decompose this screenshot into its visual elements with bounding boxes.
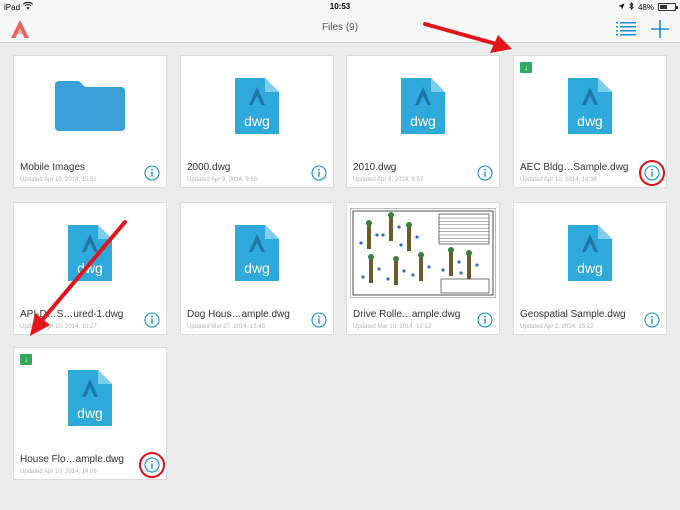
dwg-file-icon: dwg xyxy=(14,203,166,303)
file-name: Dog Hous…ample.dwg xyxy=(187,309,290,320)
dwg-file-icon: dwg xyxy=(514,203,666,303)
file-name: API-D…S…ured-1.dwg xyxy=(20,309,124,320)
file-updated: Updated Mar 10, 2014, 12:12 xyxy=(353,324,432,330)
page-title: Files (9) xyxy=(321,22,359,33)
info-icon[interactable] xyxy=(144,165,160,181)
file-updated: Updated Apr 9, 2014, 9:57 xyxy=(353,177,424,183)
file-tile[interactable]: dwg 2000.dwg Updated Apr 9, 2014, 9:56 xyxy=(180,55,334,188)
download-badge-icon: ↓ xyxy=(520,62,532,73)
dwg-file-icon: dwg xyxy=(14,348,166,448)
dwg-label: dwg xyxy=(577,260,603,276)
file-updated: Updated Apr 10, 2014, 14:06 xyxy=(20,469,97,475)
info-icon[interactable] xyxy=(477,312,493,328)
add-icon[interactable] xyxy=(650,19,670,39)
dwg-label: dwg xyxy=(410,113,436,129)
file-updated: Updated Apr 9, 2014, 9:56 xyxy=(187,177,258,183)
file-name: House Flo…ample.dwg xyxy=(20,454,124,465)
dwg-label: dwg xyxy=(77,260,103,276)
file-tile[interactable]: Drive Rolle…ample.dwg Updated Mar 10, 201… xyxy=(346,202,500,335)
info-icon[interactable] xyxy=(644,312,660,328)
clock: 10:53 xyxy=(329,2,351,11)
dwg-file-icon: dwg xyxy=(347,56,499,156)
file-tile[interactable]: dwg Geospatial Sample.dwg Updated Apr 2, 2… xyxy=(513,202,667,335)
file-tile[interactable]: dwg Dog Hous…ample.dwg Updated Mar 27, 201… xyxy=(180,202,334,335)
file-tile[interactable]: dwg ↓ AEC Bldg…Sample.dwg Updated Apr 10, 2… xyxy=(513,55,667,188)
nav-bar: Files (9) xyxy=(0,14,680,43)
info-icon[interactable] xyxy=(311,312,327,328)
file-name: 2010.dwg xyxy=(353,162,397,173)
file-tile[interactable]: dwg API-D…S…ured-1.dwg Updated Apr 10, 201… xyxy=(13,202,167,335)
status-bar: iPad 10:53 48% xyxy=(0,0,680,14)
folder-icon xyxy=(14,56,166,156)
dwg-file-icon: dwg xyxy=(181,56,333,156)
file-tile[interactable]: dwg 2010.dwg Updated Apr 9, 2014, 9:57 xyxy=(346,55,500,188)
annotation-circle xyxy=(139,452,165,478)
download-badge-icon: ↓ xyxy=(20,354,32,365)
dwg-label: dwg xyxy=(77,405,103,421)
file-updated: Updated Apr 10, 2014, 15:27 xyxy=(20,324,97,330)
dwg-label: dwg xyxy=(244,260,270,276)
file-name: 2000.dwg xyxy=(187,162,231,173)
file-updated: Updated Apr 10, 2014, 14:36 xyxy=(520,177,597,183)
battery-icon xyxy=(658,3,678,11)
file-updated: Updated Apr 10, 2014, 15:51 xyxy=(20,177,97,183)
file-name: Drive Rolle…ample.dwg xyxy=(353,309,461,320)
dwg-file-icon: dwg xyxy=(514,56,666,156)
file-updated: Updated Mar 27, 2014, 15:45 xyxy=(187,324,266,330)
info-icon[interactable] xyxy=(144,312,160,328)
info-icon[interactable] xyxy=(477,165,493,181)
dwg-label: dwg xyxy=(244,113,270,129)
file-updated: Updated Apr 2, 2014, 15:22 xyxy=(520,324,594,330)
file-name: Geospatial Sample.dwg xyxy=(520,309,626,320)
file-tile[interactable]: dwg ↓ House Flo…ample.dwg Updated Apr 10, 2… xyxy=(13,347,167,480)
file-name: AEC Bldg…Sample.dwg xyxy=(520,162,629,173)
drawing-thumbnail xyxy=(347,203,499,303)
list-view-icon[interactable] xyxy=(616,21,636,36)
file-name: Mobile Images xyxy=(20,162,86,173)
info-icon[interactable] xyxy=(311,165,327,181)
bluetooth-icon xyxy=(629,1,634,12)
dwg-file-icon: dwg xyxy=(181,203,333,303)
location-icon xyxy=(618,3,625,12)
dwg-label: dwg xyxy=(577,113,603,129)
annotation-circle xyxy=(639,160,665,186)
file-tile[interactable]: Mobile Images Updated Apr 10, 2014, 15:51 xyxy=(13,55,167,188)
battery-percent: 48% xyxy=(637,2,654,12)
